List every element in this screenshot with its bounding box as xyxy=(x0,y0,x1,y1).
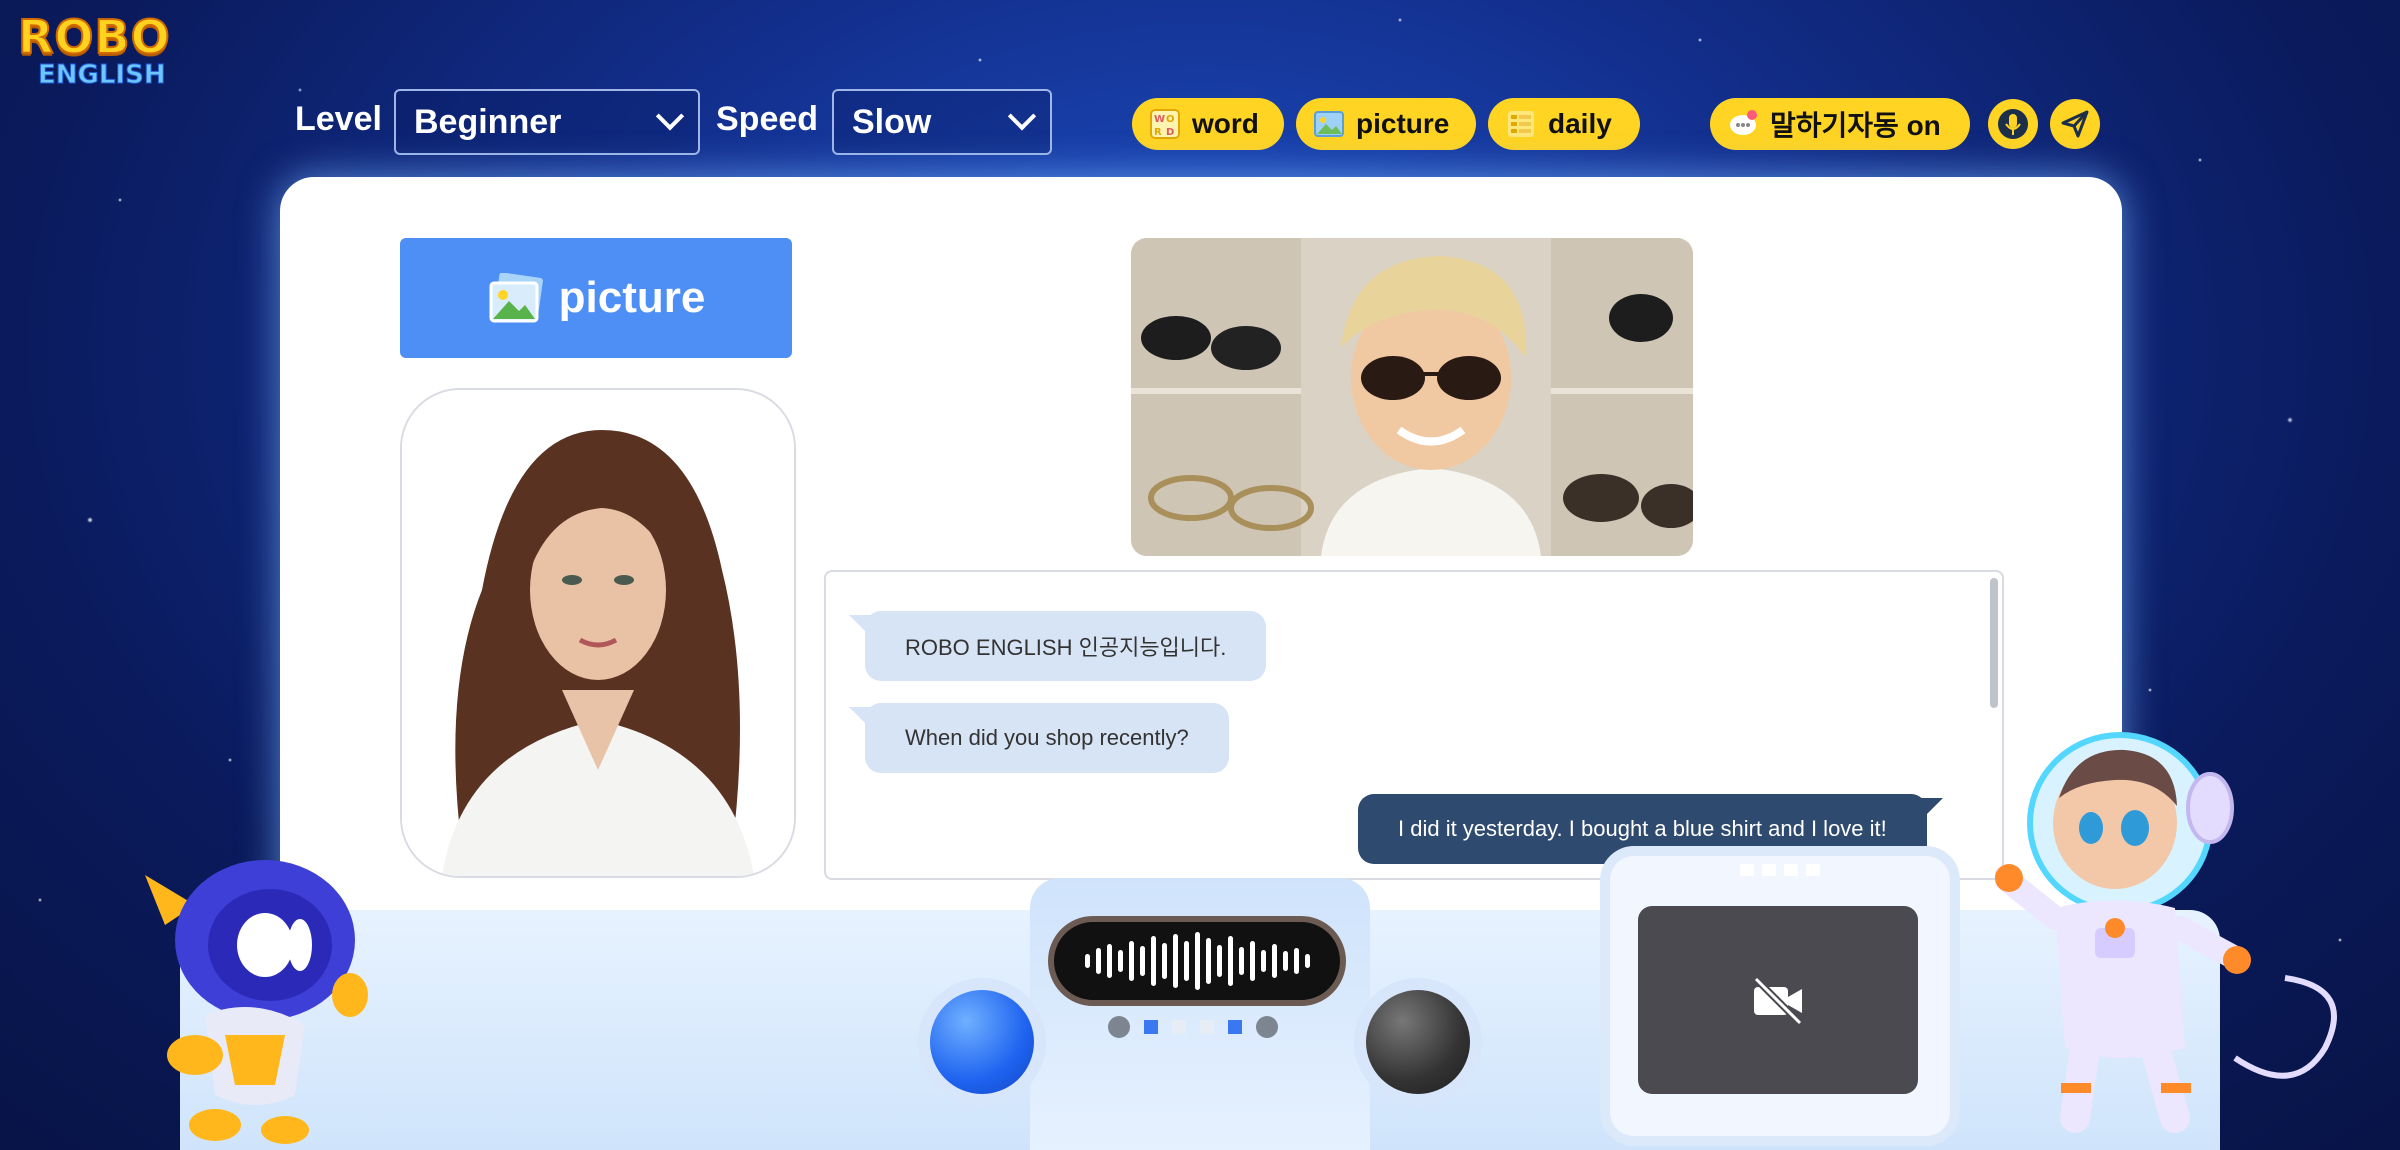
daily-list-icon xyxy=(1508,111,1534,137)
camera-device xyxy=(1610,856,1950,1136)
chat-message-text: I did it yesterday. I bought a blue shir… xyxy=(1398,816,1887,841)
logo-text-english: ENGLISH xyxy=(38,60,167,91)
chat-message-text: ROBO ENGLISH 인공지능입니다. xyxy=(905,635,1227,660)
microphone-button[interactable] xyxy=(1988,99,2038,149)
camera-view[interactable] xyxy=(1638,906,1918,1094)
chat-message-user: I did it yesterday. I bought a blue shir… xyxy=(1358,794,1943,864)
chevron-down-icon xyxy=(655,102,685,131)
level-select-value: Beginner xyxy=(414,102,562,141)
speed-label: Speed xyxy=(716,100,819,138)
picture-banner-label: picture xyxy=(558,273,706,322)
mode-word-button[interactable]: W O R D word xyxy=(1132,98,1284,150)
tutor-portrait xyxy=(402,390,794,876)
audio-waveform xyxy=(1048,916,1346,1006)
mode-picture-label: picture xyxy=(1356,108,1450,139)
chat-scrollbar[interactable] xyxy=(1990,578,1998,708)
stop-button[interactable] xyxy=(1354,978,1482,1106)
camera-off-icon xyxy=(1753,976,1803,1026)
svg-text:W: W xyxy=(1154,114,1165,125)
word-card-icon: W O R D xyxy=(1150,109,1180,139)
robo-english-logo[interactable]: ROBO ENGLISH xyxy=(17,10,183,100)
speed-select-value: Slow xyxy=(852,102,932,141)
send-icon xyxy=(2061,110,2089,138)
picture-icon xyxy=(1314,111,1344,137)
chat-message-text: When did you shop recently? xyxy=(905,725,1189,750)
speed-select[interactable]: Slow xyxy=(832,89,1052,155)
picture-mode-banner[interactable]: picture xyxy=(400,238,792,358)
robot-mascot xyxy=(145,860,368,1144)
svg-text:D: D xyxy=(1166,127,1174,138)
send-button[interactable] xyxy=(2050,99,2100,149)
microphone-icon xyxy=(1998,109,2028,139)
mode-daily-button[interactable]: daily xyxy=(1488,98,1640,150)
stop-button-knob xyxy=(1366,990,1470,1094)
level-select[interactable]: Beginner xyxy=(394,89,700,155)
record-button[interactable] xyxy=(918,978,1046,1106)
level-label: Level xyxy=(295,100,382,138)
svg-text:R: R xyxy=(1154,127,1162,138)
mode-picture-button[interactable]: picture xyxy=(1296,98,1476,150)
chat-bubble-icon xyxy=(1730,110,1757,135)
camera-device-indicator xyxy=(1740,864,1820,876)
chevron-down-icon xyxy=(1007,102,1037,131)
mode-daily-label: daily xyxy=(1548,108,1612,139)
tutor-avatar xyxy=(400,388,796,878)
mode-word-label: word xyxy=(1192,108,1259,139)
chat-message-bot: ROBO ENGLISH 인공지능입니다. xyxy=(848,611,1267,681)
prompt-photo xyxy=(1131,238,1693,556)
logo-text-robo: ROBO xyxy=(17,10,171,64)
chat-message-bot: When did you shop recently? xyxy=(849,703,1229,773)
picture-icon xyxy=(489,273,543,323)
auto-speak-label: 말하기자동 on xyxy=(1770,110,1941,141)
svg-text:O: O xyxy=(1166,114,1175,125)
auto-speak-toggle[interactable]: 말하기자동 on xyxy=(1710,98,1970,150)
astronaut-mascot xyxy=(1995,732,2337,1133)
record-button-knob xyxy=(930,990,1034,1094)
console-indicator-dots xyxy=(1108,1016,1278,1038)
